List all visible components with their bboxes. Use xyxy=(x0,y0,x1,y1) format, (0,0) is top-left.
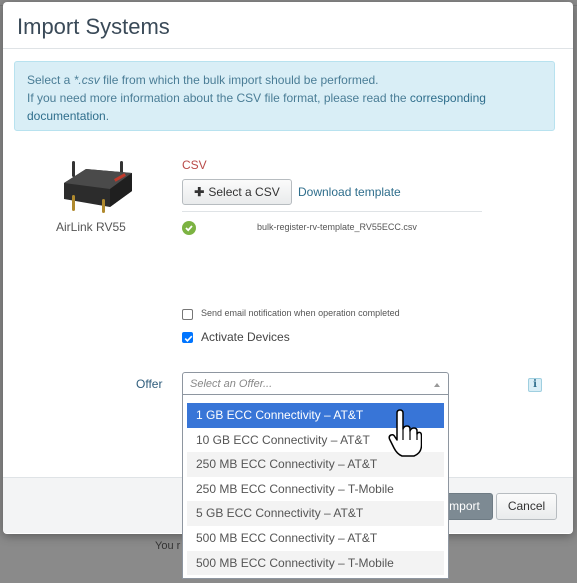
offer-label: Offer xyxy=(136,377,163,391)
offer-option[interactable]: 250 MB ECC Connectivity – T-Mobile xyxy=(187,477,444,502)
info-text: file from which the bulk import should b… xyxy=(99,73,379,87)
offer-option[interactable]: 500 MB ECC Connectivity – AT&T xyxy=(187,526,444,551)
offer-select[interactable]: Select an Offer... xyxy=(182,372,449,395)
offer-option[interactable]: 500 MB ECC Connectivity – T-Mobile xyxy=(187,550,444,576)
device-name: AirLink RV55 xyxy=(56,220,126,234)
info-text: Select a xyxy=(27,73,74,87)
select-csv-label: Select a CSV xyxy=(208,185,280,199)
csv-label: CSV xyxy=(182,158,207,172)
download-template-link[interactable]: Download template xyxy=(298,185,401,199)
modal-title: Import Systems xyxy=(17,14,170,39)
info-file-extension: *.csv xyxy=(73,73,100,87)
router-icon xyxy=(64,161,132,213)
activate-devices-checkbox[interactable] xyxy=(182,332,193,343)
info-alert: Select a *.csv file from which the bulk … xyxy=(14,61,555,131)
check-circle-icon xyxy=(182,221,196,235)
info-line-2: If you need more information about the C… xyxy=(27,89,542,107)
info-text: If you need more information about the C… xyxy=(27,91,410,105)
documentation-link[interactable]: documentation xyxy=(27,109,106,123)
uploaded-file-name: bulk-register-rv-template_RV55ECC.csv xyxy=(257,222,417,232)
email-notification-label[interactable]: Send email notification when operation c… xyxy=(201,308,400,318)
info-line-3: documentation. xyxy=(27,107,542,125)
select-csv-button[interactable]: ✚ Select a CSV xyxy=(182,179,292,205)
info-line-1: Select a *.csv file from which the bulk … xyxy=(27,71,542,89)
info-icon[interactable]: i xyxy=(528,378,542,392)
activate-devices-label[interactable]: Activate Devices xyxy=(201,330,290,344)
csv-divider xyxy=(182,211,482,212)
plus-icon: ✚ xyxy=(194,185,205,199)
offer-option[interactable]: 5 GB ECC Connectivity – AT&T xyxy=(187,501,444,526)
offer-placeholder: Select an Offer... xyxy=(190,378,273,390)
email-notification-checkbox[interactable] xyxy=(182,309,193,320)
cancel-button[interactable]: Cancel xyxy=(496,493,557,520)
info-text: . xyxy=(105,109,110,123)
modal-header: Import Systems xyxy=(3,2,573,49)
documentation-link[interactable]: corresponding xyxy=(410,91,486,105)
hand-pointer-icon xyxy=(388,409,422,457)
background-partial-text: You r xyxy=(155,540,181,552)
caret-up-icon xyxy=(434,383,440,387)
